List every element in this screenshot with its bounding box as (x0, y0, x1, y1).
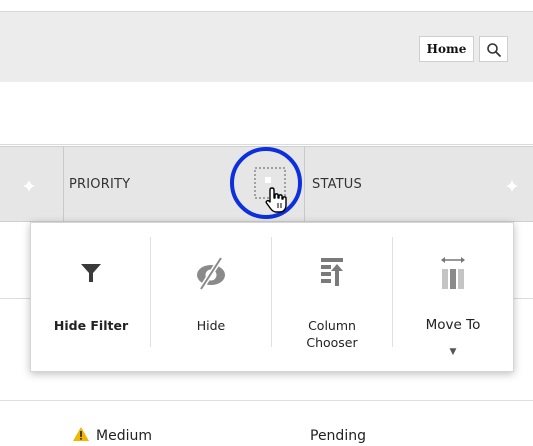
search-button[interactable] (479, 36, 508, 62)
column-header-status[interactable]: STATUS (312, 177, 362, 192)
hide-label: Hide (196, 318, 226, 333)
column-header-priority[interactable]: PRIORITY (69, 177, 130, 192)
move-to-label: Move To (425, 317, 481, 333)
row-divider (0, 400, 533, 401)
column-divider[interactable] (63, 147, 64, 221)
eye-slash-icon (197, 256, 225, 291)
top-bar (0, 0, 533, 11)
move-to-button[interactable]: Move To ▼ (393, 223, 513, 371)
priority-cell: Medium (96, 428, 152, 444)
funnel-icon (81, 264, 101, 282)
hide-filter-button[interactable]: Hide Filter (31, 223, 151, 371)
hand-cursor-icon (265, 186, 289, 218)
column-divider[interactable] (304, 147, 305, 221)
home-button[interactable]: Home (419, 36, 474, 62)
hide-filter-label: Hide Filter (53, 318, 129, 333)
search-icon (487, 43, 502, 58)
gear-icon[interactable] (24, 181, 34, 191)
toolbar: Home (0, 11, 533, 83)
warning-icon (72, 426, 90, 446)
move-column-icon (441, 257, 465, 289)
status-cell: Pending (310, 428, 366, 444)
column-chooser-label: Column Chooser (306, 318, 358, 350)
column-chooser-icon (321, 258, 343, 286)
gear-icon[interactable] (507, 181, 517, 191)
column-chooser-button[interactable]: Column Chooser (272, 223, 392, 371)
filter-row (0, 82, 533, 145)
column-options-popup: Hide Filter Hide Column Chooser Move To … (30, 222, 514, 372)
hide-column-button[interactable]: Hide (151, 223, 271, 371)
chevron-down-icon: ▼ (449, 347, 457, 357)
